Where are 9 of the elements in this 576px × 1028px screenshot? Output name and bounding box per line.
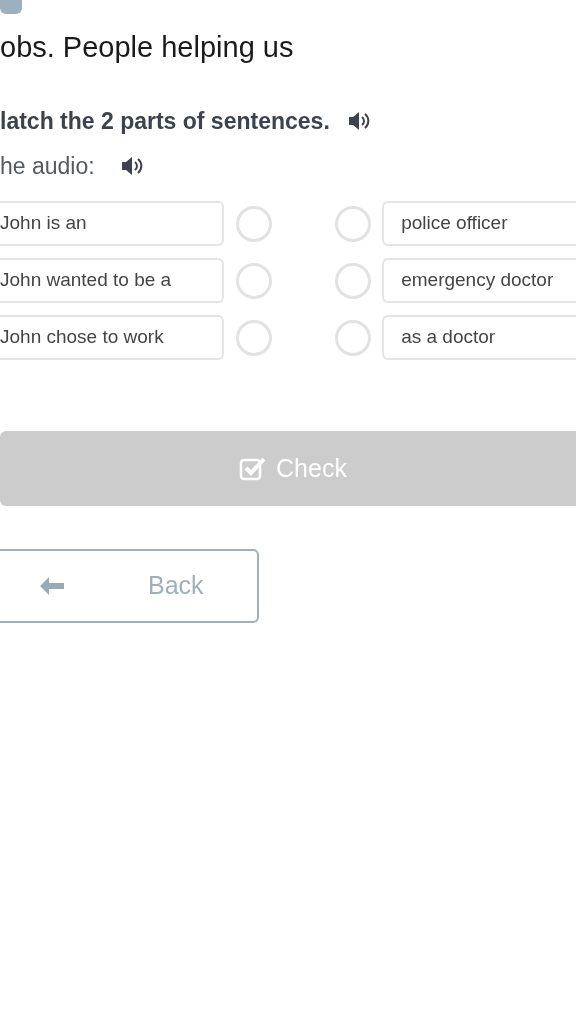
sentence-end[interactable]: police officer <box>382 201 576 246</box>
sentence-start[interactable]: John chose to work <box>0 315 225 360</box>
sentence-end[interactable]: as a doctor <box>382 315 576 360</box>
sentence-start[interactable]: John is an <box>0 201 225 246</box>
instruction-text: latch the 2 parts of sentences. <box>0 107 330 136</box>
audio-label: he audio: <box>0 151 95 181</box>
sentence-start[interactable]: John wanted to be a <box>0 258 225 303</box>
sentence-end[interactable]: emergency doctor <box>382 258 576 303</box>
lesson-title: obs. People helping us <box>0 30 295 64</box>
